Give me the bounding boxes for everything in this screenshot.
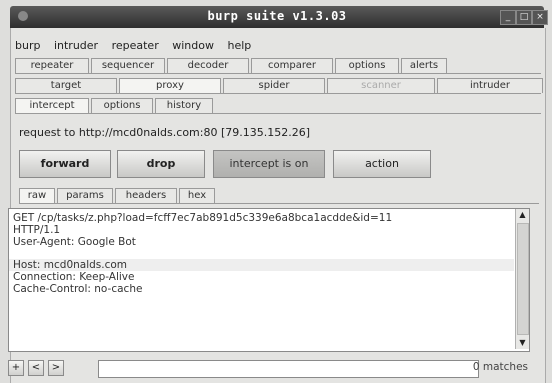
- tab-spider[interactable]: spider: [223, 78, 325, 93]
- tab-raw[interactable]: raw: [19, 188, 55, 203]
- request-line: User-Agent: Google Bot: [13, 236, 136, 248]
- title-bar: burp suite v1.3.03 _ □ ×: [10, 6, 548, 28]
- tab-divider: [15, 113, 541, 114]
- menu-help[interactable]: help: [227, 39, 251, 52]
- tab-divider: [15, 73, 541, 74]
- add-button[interactable]: +: [8, 360, 24, 376]
- request-line: Connection: Keep-Alive: [13, 271, 135, 283]
- forward-button[interactable]: forward: [19, 150, 111, 178]
- maximize-icon[interactable]: □: [516, 10, 532, 25]
- search-bar: + < > 0 matches: [8, 360, 528, 378]
- menu-burp[interactable]: burp: [15, 39, 40, 52]
- tab-target[interactable]: target: [15, 78, 117, 93]
- tab-hex[interactable]: hex: [179, 188, 215, 203]
- request-line: GET /cp/tasks/z.php?load=fcff7ec7ab891d5…: [13, 212, 393, 224]
- burp-window: burp suite v1.3.03 _ □ × burp intruder r…: [0, 0, 552, 383]
- menu-intruder[interactable]: intruder: [54, 39, 98, 52]
- tab-comparer[interactable]: comparer: [251, 58, 333, 73]
- scroll-down-icon[interactable]: ▼: [516, 337, 529, 349]
- minimize-icon[interactable]: _: [500, 10, 516, 25]
- intercept-toggle-button[interactable]: intercept is on: [213, 150, 325, 178]
- tab-repeater[interactable]: repeater: [15, 58, 89, 73]
- tab-scanner[interactable]: scanner: [327, 78, 435, 93]
- tab-decoder[interactable]: decoder: [167, 58, 249, 73]
- tab-proxy-options[interactable]: options: [91, 98, 153, 113]
- tab-alerts[interactable]: alerts: [401, 58, 447, 73]
- menu-repeater[interactable]: repeater: [112, 39, 159, 52]
- request-line: HTTP/1.1: [13, 224, 61, 236]
- tab-proxy[interactable]: proxy: [119, 78, 221, 93]
- previous-button[interactable]: <: [28, 360, 44, 376]
- menu-bar: burp intruder repeater window help: [15, 39, 261, 52]
- tab-intruder[interactable]: intruder: [437, 78, 543, 93]
- menu-window[interactable]: window: [172, 39, 214, 52]
- vertical-scrollbar[interactable]: ▲ ▼: [515, 209, 529, 349]
- drop-button[interactable]: drop: [117, 150, 205, 178]
- match-count: 0 matches: [472, 361, 528, 373]
- next-button[interactable]: >: [48, 360, 64, 376]
- tab-intercept[interactable]: intercept: [15, 98, 89, 113]
- scroll-thumb[interactable]: [517, 223, 529, 335]
- scroll-up-icon[interactable]: ▲: [516, 209, 529, 221]
- action-button[interactable]: action: [333, 150, 431, 178]
- tab-options[interactable]: options: [335, 58, 399, 73]
- tab-sequencer[interactable]: sequencer: [91, 58, 165, 73]
- tab-params[interactable]: params: [57, 188, 113, 203]
- tab-divider: [15, 93, 541, 94]
- request-target-info: request to http://mcd0nalds.com:80 [79.1…: [19, 126, 311, 139]
- tab-headers[interactable]: headers: [115, 188, 177, 203]
- request-line: Host: mcd0nalds.com: [13, 259, 128, 271]
- search-input[interactable]: [98, 360, 479, 378]
- tab-divider: [19, 203, 539, 204]
- window-title: burp suite v1.3.03: [207, 9, 347, 23]
- close-icon[interactable]: ×: [532, 10, 548, 25]
- request-editor[interactable]: GET /cp/tasks/z.php?load=fcff7ec7ab891d5…: [8, 208, 530, 352]
- request-line: Cache-Control: no-cache: [13, 283, 143, 295]
- tab-history[interactable]: history: [155, 98, 213, 113]
